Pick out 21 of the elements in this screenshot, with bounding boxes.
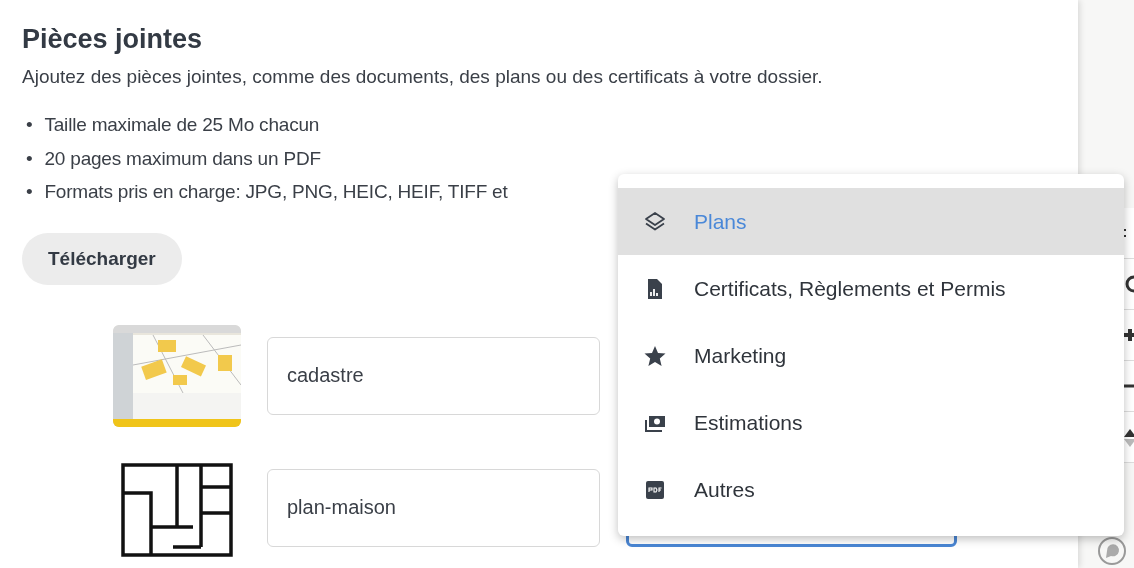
menu-item-label: Estimations — [694, 410, 803, 435]
list-item: 20 pages maximum dans un PDF — [44, 146, 321, 171]
menu-item-label: Plans — [694, 209, 747, 234]
name-field[interactable]: plan-maison — [267, 468, 600, 547]
menu-item-label: Certificats, Règlements et Permis — [694, 276, 1006, 301]
bullet: • — [26, 113, 33, 137]
upload-button[interactable]: Télécharger — [22, 232, 182, 285]
menu-item[interactable]: Certificats, Règlements et Permis — [618, 255, 1124, 322]
menu-item-label: Autres — [694, 477, 755, 502]
chat-icon[interactable] — [1097, 536, 1127, 566]
bullet: • — [26, 180, 33, 204]
bullet: • — [26, 146, 33, 171]
name-field[interactable]: cadastre — [267, 336, 600, 415]
description: Ajoutez des pièces jointes, comme des documents, des plans ou des certificats à votre dossier. — [22, 65, 824, 89]
menu-item-label: Marketing — [694, 343, 787, 368]
section-title: Pièces jointes — [22, 23, 204, 56]
menu-item[interactable]: Autres — [618, 456, 1124, 523]
list-item: Taille maximale de 25 Mo chacun — [44, 113, 320, 137]
menu-item[interactable]: Estimations — [618, 389, 1124, 456]
list-item: Formats pris en charge: JPG, PNG, HEIC, HEIF, TIFF et — [44, 180, 508, 204]
menu-item[interactable]: Marketing — [618, 322, 1124, 389]
